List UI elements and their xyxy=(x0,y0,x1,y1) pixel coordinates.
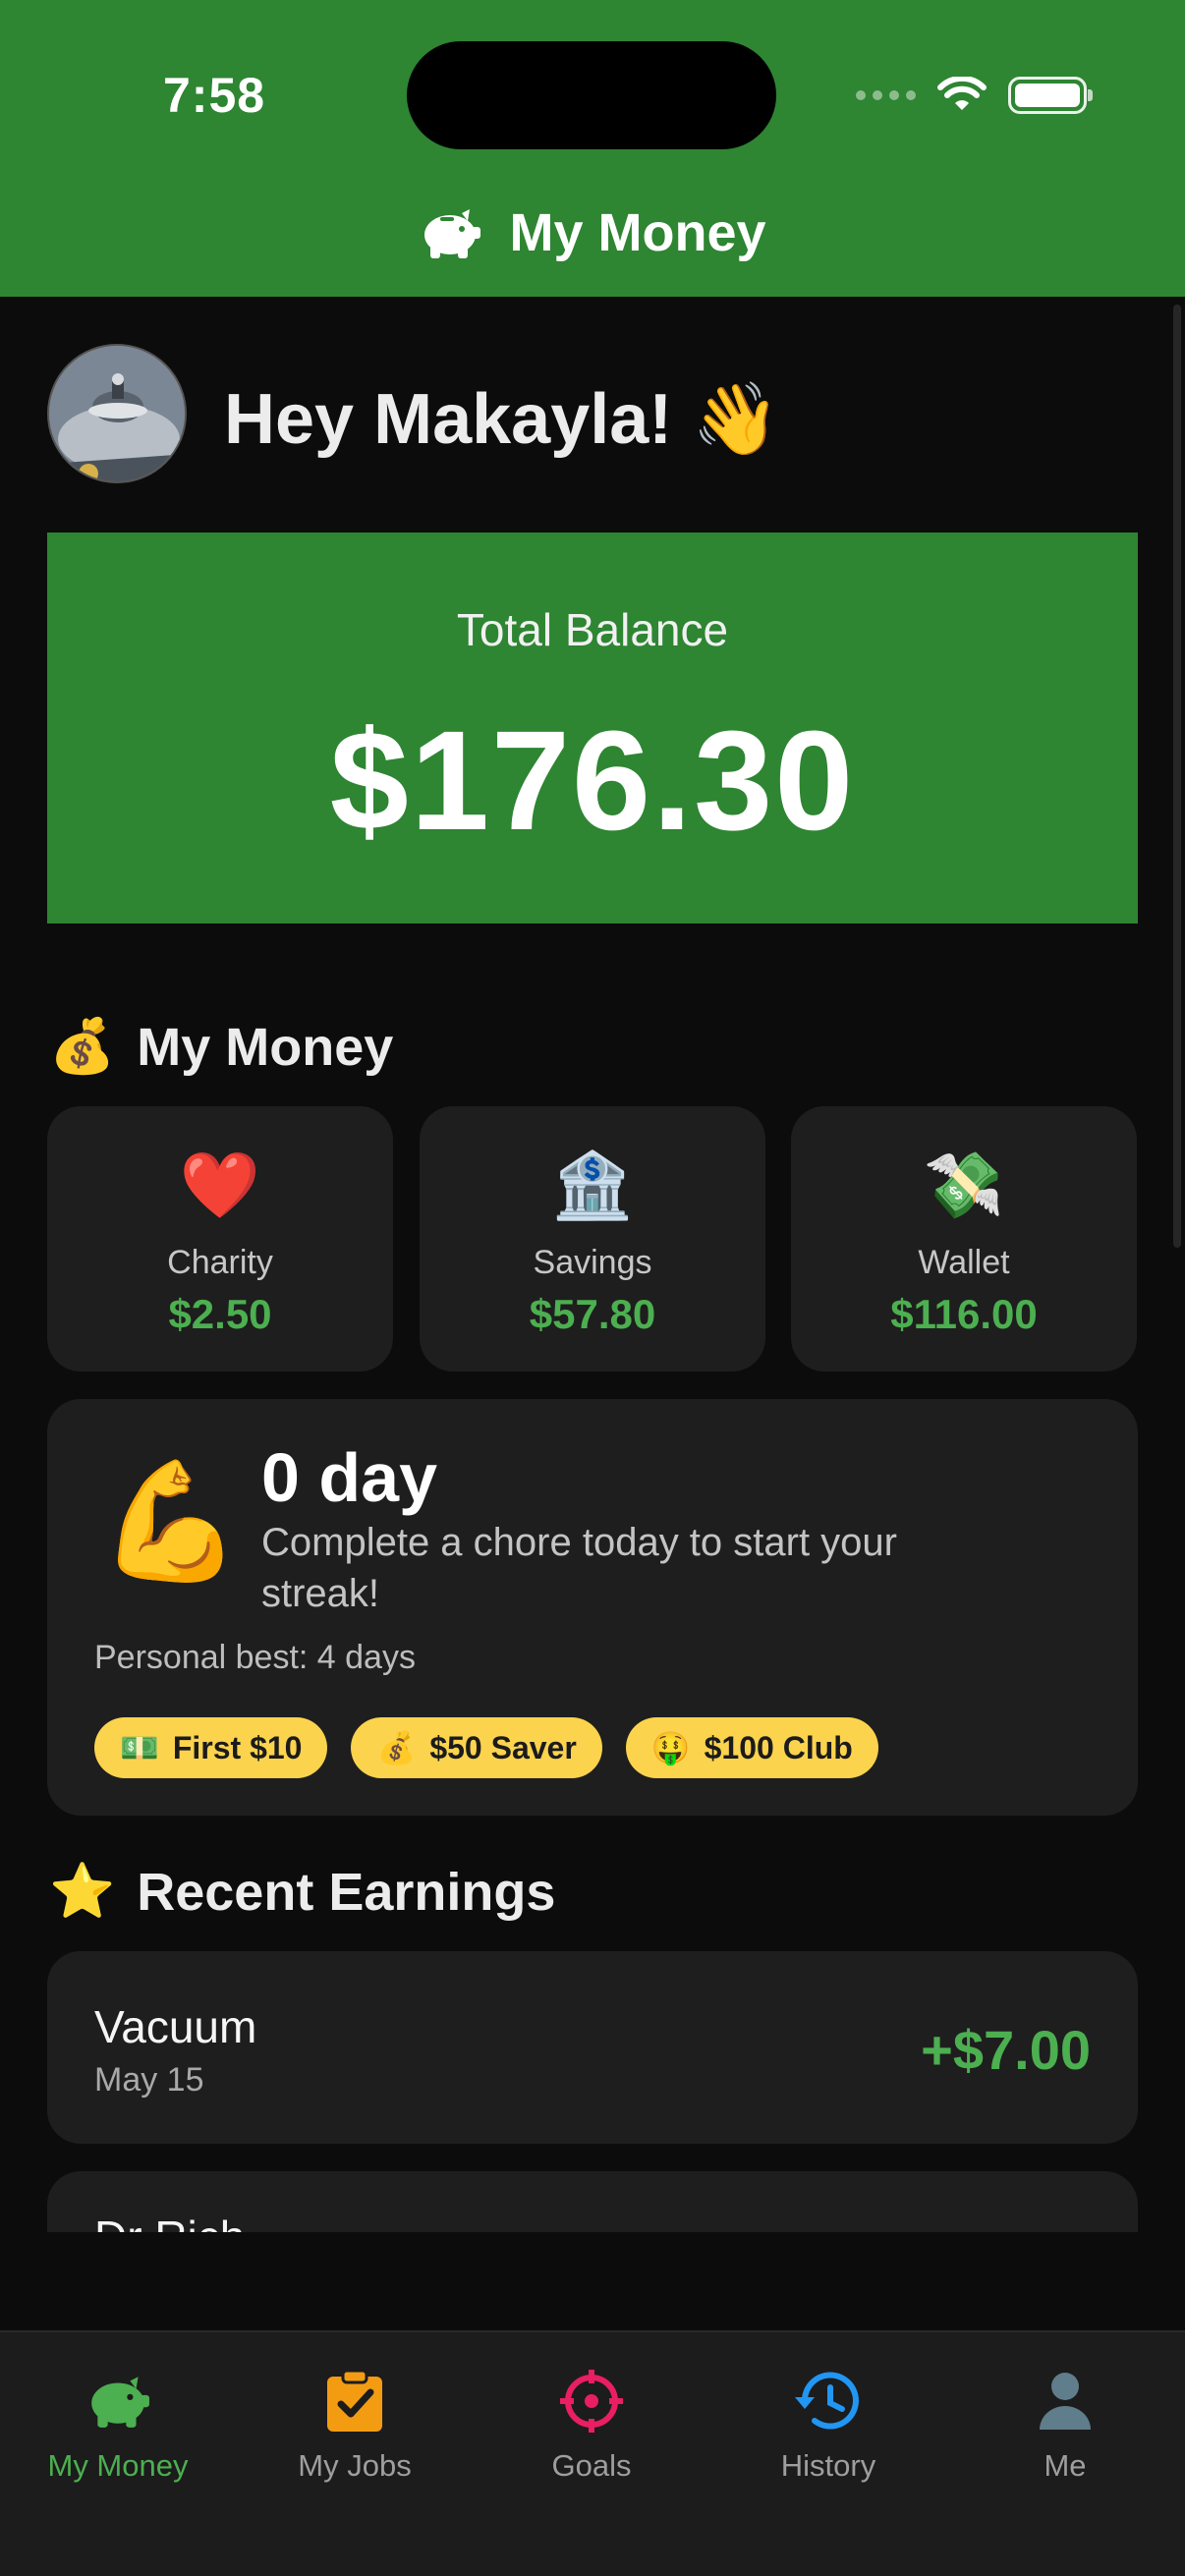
star-icon: ⭐ xyxy=(49,1862,116,1921)
badge-100-club[interactable]: 🤑 $100 Club xyxy=(625,1717,878,1778)
status-time: 7:58 xyxy=(163,68,266,123)
earning-row[interactable]: Vacuum May 15 +$7.00 xyxy=(47,1951,1138,2144)
earning-name: Vacuum xyxy=(94,2001,257,2052)
badge-first-10[interactable]: 💵 First $10 xyxy=(94,1717,328,1778)
history-icon xyxy=(795,2372,859,2430)
tab-label: History xyxy=(780,2448,876,2483)
earning-amount: +$7.00 xyxy=(921,2019,1091,2081)
account-amount: $2.50 xyxy=(168,1291,272,1337)
earning-row[interactable]: Dr Rich xyxy=(47,2171,1138,2232)
tab-goals[interactable]: Goals xyxy=(493,2362,690,2484)
earning-date: May 15 xyxy=(94,2061,204,2099)
dollar-bill-icon: 💵 xyxy=(120,1730,159,1765)
account-label: Wallet xyxy=(918,1244,1010,1281)
person-icon xyxy=(1040,2373,1091,2430)
badge-50-saver[interactable]: 💰 $50 Saver xyxy=(351,1717,602,1778)
money-bag-icon: 💰 xyxy=(49,1017,116,1076)
earning-name: Dr Rich xyxy=(94,2211,245,2232)
account-amount: $57.80 xyxy=(529,1291,656,1337)
money-bag-icon: 💰 xyxy=(376,1730,417,1765)
tab-bar: My Money My Jobs Goals History Me xyxy=(0,2330,1185,2576)
money-wings-icon: 💸 xyxy=(923,1148,1005,1221)
total-balance-value: $176.30 xyxy=(329,701,856,860)
clipboard-check-icon xyxy=(327,2369,382,2432)
tab-label: My Jobs xyxy=(298,2448,412,2483)
money-mouth-face-icon: 🤑 xyxy=(650,1730,691,1765)
tab-my-money[interactable]: My Money xyxy=(20,2362,216,2484)
badge-label: $50 Saver xyxy=(429,1729,577,1765)
scrollbar[interactable] xyxy=(1173,305,1181,1248)
account-card-wallet[interactable]: 💸 Wallet $116.00 xyxy=(791,1106,1137,1372)
status-icons xyxy=(856,71,1093,120)
tab-history[interactable]: History xyxy=(730,2362,927,2484)
account-label: Charity xyxy=(167,1244,273,1281)
avatar-image xyxy=(49,346,185,481)
tab-me[interactable]: Me xyxy=(967,2362,1163,2484)
total-balance-label: Total Balance xyxy=(456,604,729,655)
battery-icon xyxy=(1008,77,1093,114)
account-label: Savings xyxy=(533,1244,652,1281)
wifi-icon xyxy=(937,77,987,110)
tab-label: Me xyxy=(1044,2448,1087,2483)
cellular-signal-icon xyxy=(856,90,916,100)
scroll-clip: Dr Rich xyxy=(0,2171,1185,2232)
piggy-bank-icon xyxy=(424,209,481,258)
account-card-charity[interactable]: ❤️ Charity $2.50 xyxy=(47,1106,393,1372)
piggy-bank-icon xyxy=(91,2377,149,2428)
nav-title: My Money xyxy=(509,203,766,262)
recent-earnings-section-title: ⭐ Recent Earnings xyxy=(49,1861,555,1923)
recent-earnings-heading: Recent Earnings xyxy=(137,1862,556,1922)
heart-icon: ❤️ xyxy=(179,1148,261,1221)
total-balance-card: Total Balance $176.30 xyxy=(47,532,1138,924)
streak-card: 💪 0 day Complete a chore today to start … xyxy=(47,1399,1138,1816)
account-amount: $116.00 xyxy=(890,1291,1038,1337)
greeting-text: Hey Makayla! 👋 xyxy=(224,380,780,459)
account-card-savings[interactable]: 🏦 Savings $57.80 xyxy=(420,1106,765,1372)
dynamic-island xyxy=(407,41,776,149)
streak-message: Complete a chore today to start your str… xyxy=(261,1521,897,1615)
bank-icon: 🏦 xyxy=(551,1148,634,1221)
nav-title-bar: My Money xyxy=(0,202,1185,263)
personal-best: Personal best: 4 days xyxy=(94,1639,416,1676)
streak-days: 0 day xyxy=(261,1439,437,1516)
app-header: 7:58 My Money xyxy=(0,0,1185,297)
flexed-biceps-icon: 💪 xyxy=(98,1457,243,1587)
my-money-section-title: 💰 My Money xyxy=(49,1016,393,1078)
my-money-heading: My Money xyxy=(137,1017,394,1077)
badge-label: First $10 xyxy=(172,1729,303,1765)
tab-my-jobs[interactable]: My Jobs xyxy=(256,2362,453,2484)
tab-label: My Money xyxy=(47,2448,189,2483)
badge-label: $100 Club xyxy=(704,1729,853,1765)
target-icon xyxy=(560,2370,623,2433)
avatar[interactable] xyxy=(47,344,187,483)
tab-label: Goals xyxy=(551,2448,632,2483)
badge-list: 💵 First $10 💰 $50 Saver 🤑 $100 Club xyxy=(94,1717,878,1778)
